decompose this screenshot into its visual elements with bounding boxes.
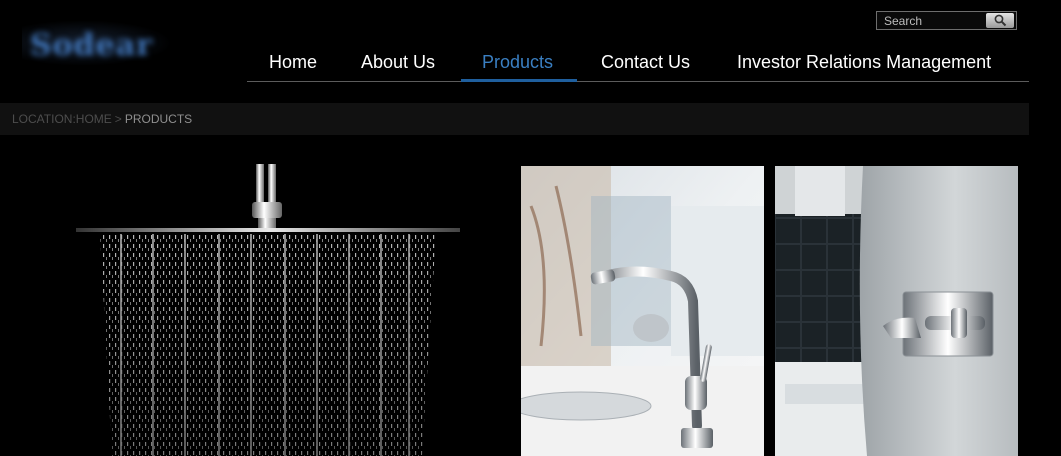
pull-out-faucet-icon	[521, 166, 764, 456]
main-nav: Home About Us Products Contact Us Invest…	[247, 48, 1029, 82]
site-logo[interactable]: Sodear	[22, 20, 172, 66]
shower-head-image[interactable]	[72, 162, 464, 456]
nav-item-products[interactable]: Products	[482, 52, 553, 73]
search-input[interactable]	[877, 12, 987, 29]
nav-item-contact-us[interactable]: Contact Us	[601, 52, 690, 73]
nav-item-investor-relations[interactable]: Investor Relations Management	[737, 52, 991, 73]
breadcrumb-current: PRODUCTS	[124, 112, 193, 126]
breadcrumb: LOCATION:HOME > PRODUCTS	[0, 103, 1029, 135]
magnifier-icon	[994, 14, 1007, 27]
search-button[interactable]	[986, 13, 1014, 28]
rain-shower-icon	[76, 164, 460, 456]
logo-text: Sodear	[30, 28, 153, 63]
search-box	[876, 11, 1017, 30]
active-nav-underline	[461, 79, 577, 82]
breadcrumb-home-link[interactable]: HOME	[76, 112, 112, 126]
wall-mixer-icon	[775, 166, 1018, 456]
kitchen-faucet-image[interactable]	[521, 166, 764, 456]
breadcrumb-separator: >	[114, 112, 122, 126]
nav-item-home[interactable]: Home	[269, 52, 317, 73]
wall-mixer-image[interactable]	[775, 166, 1018, 456]
nav-item-about-us[interactable]: About Us	[361, 52, 435, 73]
breadcrumb-label: LOCATION:	[12, 112, 76, 126]
